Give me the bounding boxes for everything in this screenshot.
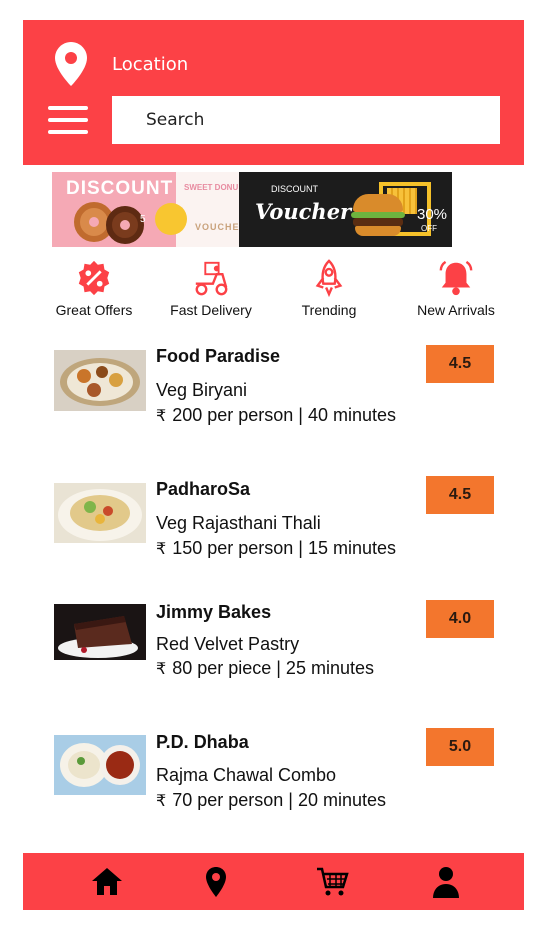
- rupee-icon: ₹: [156, 408, 167, 425]
- voucher-banner-pct: 30%: [417, 206, 448, 223]
- restaurant-thumbnail: [54, 350, 146, 411]
- nav-location-button[interactable]: [198, 865, 234, 899]
- rupee-icon: ₹: [156, 661, 167, 678]
- category-label: Fast Delivery: [170, 302, 252, 318]
- rating-badge: 4.0: [426, 600, 494, 638]
- restaurant-thumbnail: [54, 735, 146, 795]
- category-bar: Great Offers Fast Delivery Trending New …: [30, 258, 520, 322]
- price-duration-text: 70 per person | 20 minutes: [172, 790, 386, 810]
- voucher-banner-small: DISCOUNT: [271, 184, 318, 194]
- category-label: Trending: [301, 302, 357, 318]
- bottom-navigation: [23, 853, 524, 910]
- price-duration-text: 200 per person | 40 minutes: [172, 405, 397, 425]
- home-icon: [92, 868, 122, 895]
- restaurant-card[interactable]: PadharoSa Veg Rajasthani Thali ₹150 per …: [0, 473, 545, 573]
- restaurant-card[interactable]: Food Paradise Veg Biryani ₹200 per perso…: [0, 340, 545, 440]
- rating-badge: 4.5: [426, 476, 494, 514]
- restaurant-card[interactable]: P.D. Dhaba Rajma Chawal Combo ₹70 per pe…: [0, 726, 545, 826]
- offer-badge-icon: [78, 260, 110, 296]
- restaurant-thumbnail: [54, 483, 146, 543]
- restaurant-name: PadharoSa: [156, 479, 251, 499]
- restaurant-card[interactable]: Jimmy Bakes Red Velvet Pastry ₹80 per pi…: [0, 596, 545, 696]
- dish-name: Veg Biryani: [156, 380, 248, 400]
- category-label: Great Offers: [55, 302, 133, 318]
- discount-coin: [155, 203, 187, 235]
- voucher-banner-off: OFF: [421, 224, 437, 233]
- donut-image: [106, 206, 144, 244]
- category-trending[interactable]: Trending: [269, 258, 389, 318]
- nav-cart-button[interactable]: [314, 865, 350, 899]
- price-duration: ₹200 per person | 40 minutes: [156, 405, 396, 426]
- nav-home-button[interactable]: [89, 865, 125, 899]
- price-duration-text: 150 per person | 15 minutes: [172, 538, 397, 558]
- category-new-arrivals[interactable]: New Arrivals: [396, 258, 516, 318]
- donut-discount-banner[interactable]: DISCOUNT 5 SWEET DONU VOUCHE: [52, 172, 239, 247]
- rupee-icon: ₹: [156, 541, 167, 558]
- price-duration: ₹80 per piece | 25 minutes: [156, 658, 374, 679]
- donut-banner-subtitle: SWEET DONU: [184, 183, 239, 192]
- restaurant-name: Jimmy Bakes: [156, 602, 272, 622]
- nav-profile-button[interactable]: [428, 865, 464, 899]
- dish-name: Veg Rajasthani Thali: [156, 513, 321, 533]
- promo-banner-carousel[interactable]: DISCOUNT 5 SWEET DONU VOUCHE DISCOUNT Vo…: [52, 172, 452, 247]
- category-great-offers[interactable]: Great Offers: [34, 258, 154, 318]
- burger-voucher-banner[interactable]: DISCOUNT Voucher 30% OFF: [239, 172, 452, 247]
- top-header: Location: [23, 20, 524, 165]
- location-pin-icon[interactable]: [55, 42, 87, 86]
- restaurant-name: P.D. Dhaba: [156, 732, 249, 752]
- rating-badge: 5.0: [426, 728, 494, 766]
- price-duration-text: 80 per piece | 25 minutes: [172, 658, 374, 678]
- donut-banner-tag: VOUCHE: [195, 222, 239, 232]
- category-fast-delivery[interactable]: Fast Delivery: [151, 258, 271, 318]
- donut-banner-pct: 5: [140, 214, 146, 225]
- user-icon: [433, 867, 459, 898]
- rating-badge: 4.5: [426, 345, 494, 383]
- voucher-banner-title: Voucher: [255, 199, 352, 224]
- burger-image: [353, 194, 403, 212]
- price-duration: ₹150 per person | 15 minutes: [156, 538, 396, 559]
- rocket-icon: [315, 259, 343, 298]
- burger-patty: [353, 218, 403, 226]
- hamburger-menu-icon[interactable]: [48, 106, 88, 136]
- location-label[interactable]: Location: [112, 54, 188, 75]
- search-input[interactable]: [112, 96, 500, 144]
- cart-icon: [317, 867, 349, 896]
- category-label: New Arrivals: [417, 302, 495, 318]
- dish-name: Red Velvet Pastry: [156, 634, 300, 654]
- donut-banner-title: DISCOUNT: [66, 178, 174, 199]
- dish-name: Rajma Chawal Combo: [156, 765, 337, 785]
- rupee-icon: ₹: [156, 793, 167, 810]
- restaurant-name: Food Paradise: [156, 346, 281, 366]
- delivery-scooter-icon: [195, 261, 228, 296]
- burger-bun: [355, 226, 401, 236]
- location-pin-icon: [206, 867, 226, 897]
- restaurant-thumbnail: [54, 604, 146, 660]
- price-duration: ₹70 per person | 20 minutes: [156, 790, 386, 811]
- bell-icon: [439, 260, 473, 296]
